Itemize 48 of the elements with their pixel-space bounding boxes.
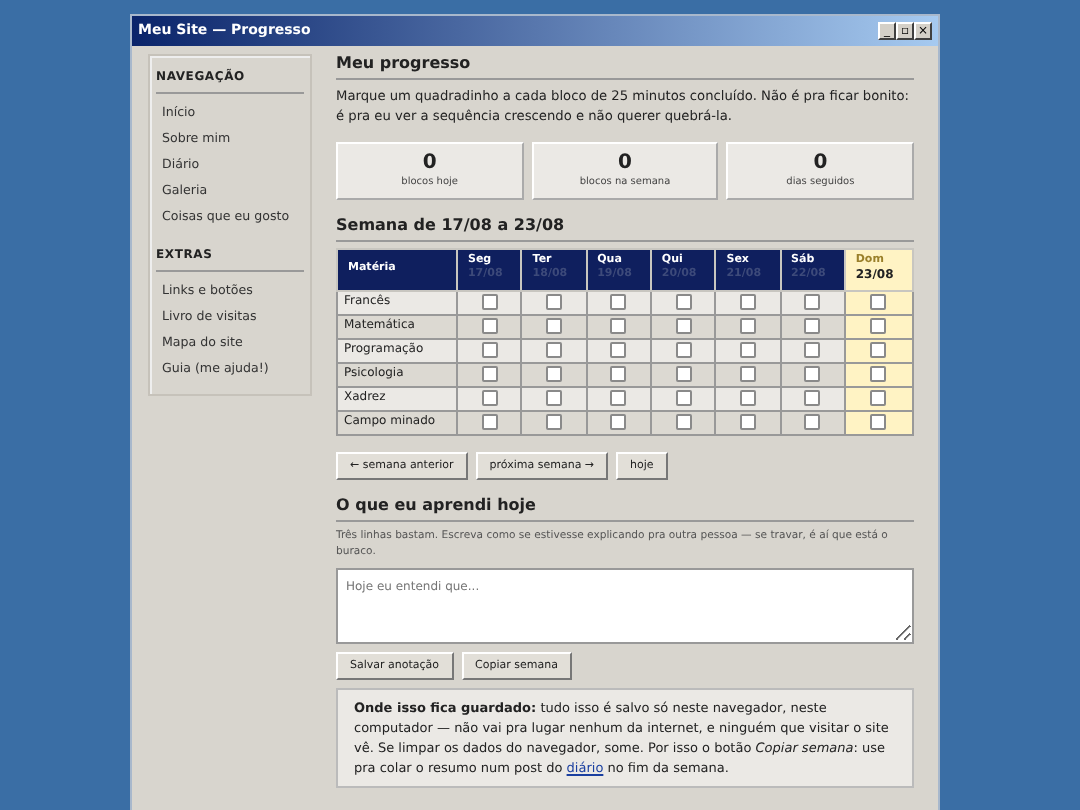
checkbox[interactable] xyxy=(804,414,821,430)
checkbox[interactable] xyxy=(610,342,627,358)
stat-value: 0 xyxy=(616,152,634,176)
checkbox[interactable] xyxy=(739,414,756,430)
checkbox[interactable] xyxy=(804,342,821,358)
checkbox[interactable] xyxy=(870,414,887,430)
checkbox[interactable] xyxy=(739,294,756,310)
checkbox[interactable] xyxy=(739,342,756,358)
checkbox[interactable] xyxy=(481,318,498,334)
checkbox[interactable] xyxy=(545,318,562,334)
checkbox[interactable] xyxy=(675,390,692,406)
checkbox[interactable] xyxy=(804,390,821,406)
checkbox[interactable] xyxy=(481,414,498,430)
checkbox[interactable] xyxy=(804,294,821,310)
checkbox[interactable] xyxy=(610,294,627,310)
checkbox[interactable] xyxy=(739,318,756,334)
checkbox[interactable] xyxy=(870,342,887,358)
checkbox[interactable] xyxy=(545,414,562,430)
checkbox[interactable] xyxy=(545,294,562,310)
checkbox[interactable] xyxy=(870,318,887,334)
checkbox[interactable] xyxy=(675,366,692,382)
checkbox[interactable] xyxy=(804,318,821,334)
checkbox[interactable] xyxy=(610,414,627,430)
checkbox[interactable] xyxy=(675,318,692,334)
checkbox[interactable] xyxy=(610,366,627,382)
checkbox[interactable] xyxy=(870,294,887,310)
checkbox[interactable] xyxy=(481,366,498,382)
checkbox[interactable] xyxy=(481,390,498,406)
checkbox[interactable] xyxy=(870,366,887,382)
checkbox[interactable] xyxy=(481,294,498,310)
checkbox[interactable] xyxy=(545,390,562,406)
stat-value: 0 xyxy=(420,152,439,176)
checkbox[interactable] xyxy=(675,342,692,358)
checkbox[interactable] xyxy=(870,390,887,406)
checkbox[interactable] xyxy=(610,390,627,406)
checkbox[interactable] xyxy=(545,342,562,358)
stat-value: 0 xyxy=(811,152,830,176)
checkbox[interactable] xyxy=(739,366,756,382)
section-heading: O que eu aprendi hoje xyxy=(336,495,914,522)
checkbox[interactable] xyxy=(610,318,627,334)
section-heading: Semana de 17/08 a 23/08 xyxy=(336,215,914,241)
checkbox[interactable] xyxy=(675,414,692,430)
checkbox[interactable] xyxy=(675,294,692,310)
checkbox[interactable] xyxy=(739,390,756,406)
page-heading: Meu progresso xyxy=(336,54,914,80)
checkbox[interactable] xyxy=(545,366,562,382)
checkbox[interactable] xyxy=(804,366,821,382)
checkbox[interactable] xyxy=(481,342,498,358)
